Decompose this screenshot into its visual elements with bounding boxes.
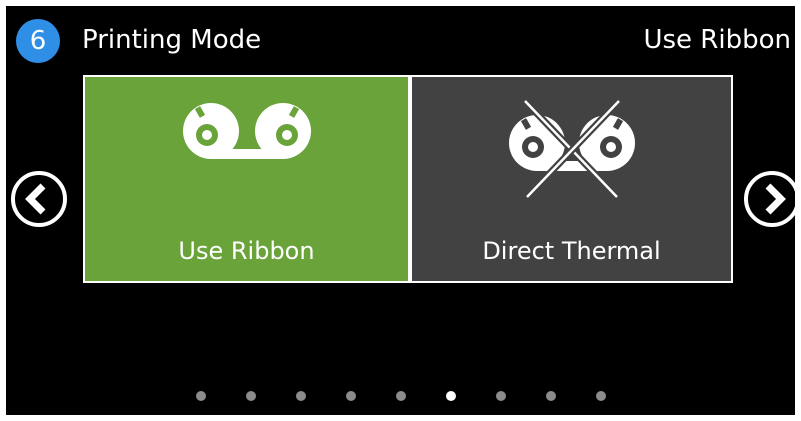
page-dot (196, 391, 206, 401)
ribbon-reels-icon (182, 103, 311, 159)
page-dot (346, 391, 356, 401)
chevron-left-circle-icon (11, 171, 67, 227)
page-dot-active (446, 391, 456, 401)
option-use-ribbon[interactable]: Use Ribbon (85, 77, 408, 281)
current-value-label: Use Ribbon (643, 25, 791, 55)
option-direct-thermal-label: Direct Thermal (482, 237, 661, 265)
option-direct-thermal[interactable]: Direct Thermal (412, 77, 731, 281)
page-dot (596, 391, 606, 401)
printing-mode-options: Use Ribbon Direct Thermal (83, 75, 733, 283)
page-dot (496, 391, 506, 401)
printer-settings-screen: 6 Printing Mode Use Ribbon Use Ribbon Di… (6, 6, 795, 415)
page-dot (396, 391, 406, 401)
page-dot (546, 391, 556, 401)
page-dot (246, 391, 256, 401)
page-dot (296, 391, 306, 401)
next-setting-button[interactable] (742, 169, 795, 229)
page-indicator (196, 391, 616, 403)
step-number-badge: 6 (16, 19, 60, 63)
chevron-right-circle-icon (744, 171, 795, 227)
ribbon-reels-crossed-icon (508, 99, 635, 199)
previous-setting-button[interactable] (9, 169, 69, 229)
option-use-ribbon-label: Use Ribbon (178, 237, 315, 265)
page-title: Printing Mode (82, 25, 262, 55)
